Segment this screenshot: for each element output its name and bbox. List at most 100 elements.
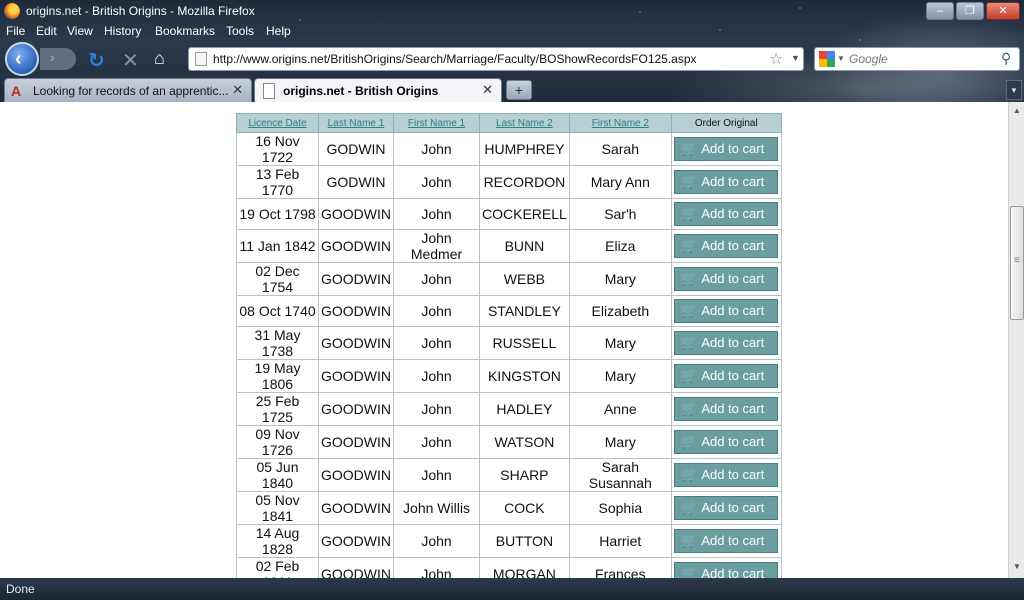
cell-last-name-1: GOODWIN bbox=[318, 326, 394, 360]
cell-last-name-2: WATSON bbox=[479, 425, 570, 459]
new-tab-button[interactable]: + bbox=[506, 80, 532, 100]
add-to-cart-button[interactable]: 🛒 Add to cart bbox=[674, 331, 779, 355]
menu-help[interactable]: Help bbox=[266, 24, 291, 38]
add-to-cart-label: Add to cart bbox=[701, 206, 765, 221]
cell-licence-date: 19 May 1806 bbox=[236, 359, 319, 393]
add-to-cart-button[interactable]: 🛒 Add to cart bbox=[674, 430, 779, 454]
menu-bookmarks[interactable]: Bookmarks bbox=[155, 24, 215, 38]
scroll-thumb[interactable]: ≡ bbox=[1010, 206, 1024, 320]
menu-edit[interactable]: Edit bbox=[36, 24, 57, 38]
menu-history[interactable]: History bbox=[104, 24, 141, 38]
cell-first-name-2: Mary bbox=[568, 359, 672, 393]
scroll-grip-icon: ≡ bbox=[1014, 255, 1020, 266]
cell-order-original: 🛒 Add to cart bbox=[670, 326, 782, 360]
sort-last-name-1-link[interactable]: Last Name 1 bbox=[328, 118, 385, 129]
sort-licence-date-link[interactable]: Licence Date bbox=[248, 118, 306, 129]
search-bar[interactable]: ▼ ⚲ bbox=[814, 47, 1020, 71]
cell-order-original: 🛒 Add to cart bbox=[670, 262, 782, 296]
header-licence-date[interactable]: Licence Date bbox=[236, 113, 319, 133]
cell-last-name-2: KINGSTON bbox=[479, 359, 570, 393]
scroll-down-icon[interactable]: ▼ bbox=[1010, 560, 1024, 574]
cell-last-name-1: GOODWIN bbox=[318, 425, 394, 459]
acrobat-icon: A bbox=[11, 83, 22, 99]
cell-last-name-1: GOODWIN bbox=[318, 557, 394, 578]
search-engine-dropdown-icon[interactable]: ▼ bbox=[837, 54, 845, 63]
menu-view[interactable]: View bbox=[67, 24, 93, 38]
cell-first-name-2: Sarah bbox=[568, 132, 672, 166]
header-last-name-1[interactable]: Last Name 1 bbox=[318, 113, 394, 133]
header-first-name-2[interactable]: First Name 2 bbox=[568, 113, 672, 133]
tab-apprentice-records[interactable]: A Looking for records of an apprentic...… bbox=[4, 78, 252, 102]
add-to-cart-label: Add to cart bbox=[701, 434, 765, 449]
cell-order-original: 🛒 Add to cart bbox=[670, 458, 782, 492]
add-to-cart-button[interactable]: 🛒 Add to cart bbox=[674, 529, 779, 553]
header-last-name-2[interactable]: Last Name 2 bbox=[479, 113, 570, 133]
table-row: 14 Aug 1828 GOODWIN John BUTTON Harriet 🛒 Add … bbox=[236, 524, 782, 558]
add-to-cart-button[interactable]: 🛒 Add to cart bbox=[674, 299, 779, 323]
cell-last-name-1: GOODWIN bbox=[318, 359, 394, 393]
cell-licence-date: 14 Aug 1828 bbox=[236, 524, 319, 558]
add-to-cart-button[interactable]: 🛒 Add to cart bbox=[674, 397, 779, 421]
add-to-cart-button[interactable]: 🛒 Add to cart bbox=[674, 170, 779, 194]
url-input[interactable] bbox=[213, 51, 753, 67]
cell-first-name-2: Harriet bbox=[568, 524, 672, 558]
site-page-icon bbox=[195, 52, 207, 66]
sort-last-name-2-link[interactable]: Last Name 2 bbox=[496, 118, 553, 129]
header-first-name-1[interactable]: First Name 1 bbox=[393, 113, 480, 133]
search-input[interactable] bbox=[849, 51, 999, 67]
back-arrow-icon: ‹ bbox=[15, 48, 22, 70]
search-icon[interactable]: ⚲ bbox=[1001, 50, 1011, 67]
navigation-toolbar: › ‹ ↻ ✕ ⌂ ☆ ▼ ▼ ⚲ bbox=[0, 42, 1024, 76]
tab-british-origins[interactable]: origins.net - British Origins ✕ bbox=[254, 78, 502, 102]
shopping-cart-icon: 🛒 bbox=[681, 401, 698, 416]
reload-icon[interactable]: ↻ bbox=[88, 48, 110, 72]
tab-close-icon[interactable]: ✕ bbox=[232, 82, 243, 98]
shopping-cart-icon: 🛒 bbox=[681, 303, 698, 318]
cell-first-name-1: John bbox=[393, 524, 480, 558]
add-to-cart-button[interactable]: 🛒 Add to cart bbox=[674, 267, 779, 291]
add-to-cart-button[interactable]: 🛒 Add to cart bbox=[674, 234, 779, 258]
sort-first-name-2-link[interactable]: First Name 2 bbox=[592, 118, 649, 129]
tab-close-icon[interactable]: ✕ bbox=[482, 82, 493, 98]
add-to-cart-label: Add to cart bbox=[701, 368, 765, 383]
cell-last-name-1: GOODWIN bbox=[318, 229, 394, 263]
table-row: 19 May 1806 GOODWIN John KINGSTON Mary 🛒 Add t… bbox=[236, 359, 782, 393]
stop-icon[interactable]: ✕ bbox=[122, 48, 144, 72]
status-bar: Done bbox=[0, 578, 1024, 600]
google-icon[interactable] bbox=[819, 51, 835, 67]
url-dropdown-icon[interactable]: ▼ bbox=[791, 53, 800, 63]
address-bar[interactable]: ☆ ▼ bbox=[188, 47, 804, 71]
table-row: 02 Dec 1754 GOODWIN John WEBB Mary 🛒 Add to ca… bbox=[236, 262, 782, 296]
maximize-button[interactable]: ❐ bbox=[956, 2, 984, 20]
tab-list-dropdown-icon[interactable]: ▼ bbox=[1006, 80, 1022, 100]
vertical-scrollbar[interactable]: ▲ ≡ ▼ bbox=[1008, 102, 1024, 578]
cell-first-name-1: John bbox=[393, 557, 480, 578]
table-header-row: Licence Date Last Name 1 First Name 1 La… bbox=[236, 113, 782, 133]
close-window-button[interactable]: ✕ bbox=[986, 2, 1020, 20]
sort-first-name-1-link[interactable]: First Name 1 bbox=[408, 118, 465, 129]
shopping-cart-icon: 🛒 bbox=[681, 141, 698, 156]
back-button[interactable]: ‹ bbox=[5, 42, 39, 76]
cell-last-name-1: GOODWIN bbox=[318, 491, 394, 525]
forward-button[interactable]: › bbox=[40, 48, 76, 70]
minimize-button[interactable]: – bbox=[926, 2, 954, 20]
scroll-up-icon[interactable]: ▲ bbox=[1010, 104, 1024, 118]
add-to-cart-button[interactable]: 🛒 Add to cart bbox=[674, 202, 779, 226]
bookmark-star-icon[interactable]: ☆ bbox=[769, 49, 783, 69]
home-icon[interactable]: ⌂ bbox=[154, 48, 178, 70]
firefox-logo-icon bbox=[4, 3, 20, 19]
add-to-cart-button[interactable]: 🛒 Add to cart bbox=[674, 562, 779, 578]
shopping-cart-icon: 🛒 bbox=[681, 335, 698, 350]
add-to-cart-button[interactable]: 🛒 Add to cart bbox=[674, 364, 779, 388]
window-title: origins.net - British Origins - Mozilla … bbox=[26, 4, 255, 18]
shopping-cart-icon: 🛒 bbox=[681, 368, 698, 383]
add-to-cart-label: Add to cart bbox=[701, 533, 765, 548]
cell-first-name-2: Eliza bbox=[568, 229, 672, 263]
add-to-cart-button[interactable]: 🛒 Add to cart bbox=[674, 463, 779, 487]
add-to-cart-label: Add to cart bbox=[701, 335, 765, 350]
add-to-cart-button[interactable]: 🛒 Add to cart bbox=[674, 137, 779, 161]
cell-first-name-2: Mary Ann bbox=[568, 165, 672, 199]
menu-tools[interactable]: Tools bbox=[226, 24, 254, 38]
menu-file[interactable]: File bbox=[6, 24, 25, 38]
add-to-cart-button[interactable]: 🛒 Add to cart bbox=[674, 496, 779, 520]
